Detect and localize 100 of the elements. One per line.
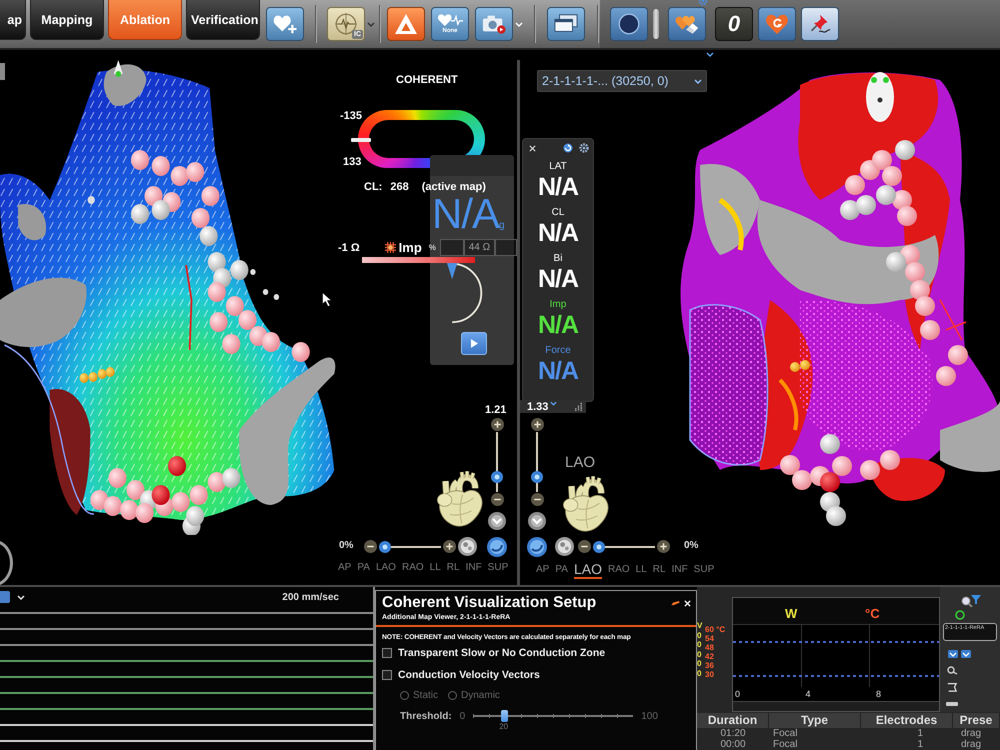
counter-button[interactable]: 0 — [715, 7, 753, 41]
view-button[interactable]: INF — [672, 564, 688, 579]
view-button[interactable]: INF — [466, 562, 482, 577]
power-tick: 0 — [697, 659, 702, 668]
grid-icon — [384, 242, 396, 253]
view-button[interactable]: LL — [430, 562, 441, 577]
search-filter-icon[interactable] — [959, 595, 981, 607]
view-button[interactable]: LAO — [574, 562, 602, 579]
view-button[interactable]: RL — [446, 562, 460, 577]
rotation-ball-icon[interactable] — [487, 537, 507, 557]
table-cell-text: Focal — [772, 739, 798, 750]
ablation-tool-button[interactable] — [387, 7, 425, 41]
view-button[interactable]: PA — [555, 564, 568, 579]
readout-label: CL — [552, 207, 564, 219]
circle-icon — [617, 13, 641, 35]
pushpin-button[interactable] — [801, 7, 839, 41]
scale-marker[interactable] — [351, 138, 371, 142]
readout-value: N/A — [538, 265, 578, 293]
down-arrow-icon[interactable] — [948, 650, 958, 658]
input-field[interactable] — [440, 239, 464, 256]
minus-icon[interactable] — [364, 540, 377, 553]
zoom-in-icon[interactable] — [530, 418, 544, 431]
circle-button[interactable] — [610, 7, 648, 41]
slider-thumb[interactable] — [501, 710, 508, 722]
heart-eraser-button[interactable] — [668, 7, 706, 41]
map-selector[interactable]: 2-1-1-1-1-... (30250, 0) — [537, 70, 707, 92]
view-button[interactable]: PA — [357, 562, 370, 577]
checkbox[interactable] — [382, 648, 392, 658]
column-header[interactable]: Prese — [953, 713, 1000, 728]
panel-handle[interactable] — [0, 63, 5, 80]
windows-button[interactable] — [547, 7, 585, 41]
readout-label: Imp — [550, 299, 566, 311]
column-header[interactable]: Electrodes — [861, 713, 953, 728]
view-button[interactable]: AP — [338, 562, 352, 577]
play-button[interactable] — [461, 332, 487, 355]
heart-eraser-icon — [675, 13, 699, 35]
table-cell-text: 1 — [916, 739, 924, 750]
play-icon — [470, 339, 478, 348]
view-button[interactable]: RAO — [608, 564, 630, 579]
plus-icon[interactable] — [443, 540, 456, 553]
checkbox-label[interactable]: Transparent Slow or No Conduction Zone — [398, 646, 606, 658]
close-icon[interactable] — [684, 600, 691, 606]
slider-thumb[interactable] — [491, 471, 503, 483]
cursor-icon — [322, 292, 332, 307]
heart-plus-icon — [273, 13, 297, 35]
rotation-ball-icon[interactable] — [527, 537, 547, 557]
view-button[interactable]: AP — [536, 564, 550, 579]
chevron-down-icon[interactable] — [488, 512, 506, 530]
slider-thumb[interactable] — [379, 540, 392, 552]
zoom-out-icon[interactable] — [530, 493, 544, 506]
grip-icon[interactable] — [574, 402, 583, 411]
plus-icon[interactable] — [657, 540, 670, 553]
input-field[interactable] — [494, 239, 517, 256]
view-button[interactable]: LAO — [376, 562, 396, 577]
close-icon[interactable] — [529, 144, 536, 152]
zoom-out-icon[interactable] — [490, 493, 504, 506]
mode-tab[interactable]: Verification — [186, 0, 260, 40]
view-button[interactable]: RL — [652, 564, 666, 579]
lens-icon[interactable] — [946, 665, 958, 675]
gear-icon[interactable] — [579, 143, 589, 153]
zoom-in-icon[interactable] — [490, 418, 504, 431]
scale-max-label: -135 — [340, 110, 362, 122]
view-button[interactable]: LL — [636, 564, 647, 579]
mode-tab[interactable]: Mapping — [30, 0, 104, 40]
refresh-icon[interactable] — [563, 143, 573, 153]
minus-icon[interactable] — [578, 540, 591, 553]
add-heart-button[interactable] — [266, 7, 304, 41]
column-header[interactable]: Type — [769, 713, 861, 728]
impedance-min: -1 Ω — [338, 242, 360, 254]
slider-thumb[interactable] — [531, 471, 543, 483]
zoom-reading: 1.21 — [485, 404, 506, 416]
scroll-bar[interactable] — [733, 701, 939, 711]
readout-value: N/A — [538, 311, 578, 339]
chevron-down-icon[interactable] — [528, 512, 546, 530]
view-button[interactable]: RAO — [402, 562, 424, 577]
mode-tab[interactable]: Ablation — [108, 0, 182, 40]
chevron-icon[interactable] — [550, 401, 558, 406]
heart-swirl-button[interactable] — [758, 7, 796, 41]
mode-tab[interactable]: ap — [0, 0, 26, 40]
camera-button[interactable] — [475, 7, 513, 41]
checkbox-label[interactable]: Conduction Velocity Vectors — [398, 668, 540, 680]
caret-icon[interactable] — [706, 52, 714, 57]
table-cell-text: 00:00 — [719, 739, 747, 750]
view-button[interactable]: SUP — [694, 564, 714, 579]
impedance-field[interactable]: 44 Ω — [464, 239, 495, 256]
sphere-icon[interactable] — [458, 537, 477, 556]
dash-icon[interactable] — [946, 699, 958, 709]
pill-handle[interactable] — [653, 9, 659, 39]
cycle-length-note: (active map) — [422, 181, 486, 193]
sphere-icon[interactable] — [555, 537, 574, 556]
slider-thumb[interactable] — [593, 540, 606, 552]
windows-icon — [554, 13, 578, 35]
column-header[interactable]: Duration — [697, 713, 769, 728]
down-arrow-icon[interactable] — [960, 650, 970, 658]
view-button[interactable]: SUP — [488, 562, 508, 577]
power-tick: 0 — [697, 650, 702, 659]
tray-icon[interactable] — [946, 682, 958, 692]
readout-label: Force — [545, 345, 571, 357]
pencil-icon[interactable] — [671, 600, 680, 606]
checkbox[interactable] — [382, 670, 392, 680]
